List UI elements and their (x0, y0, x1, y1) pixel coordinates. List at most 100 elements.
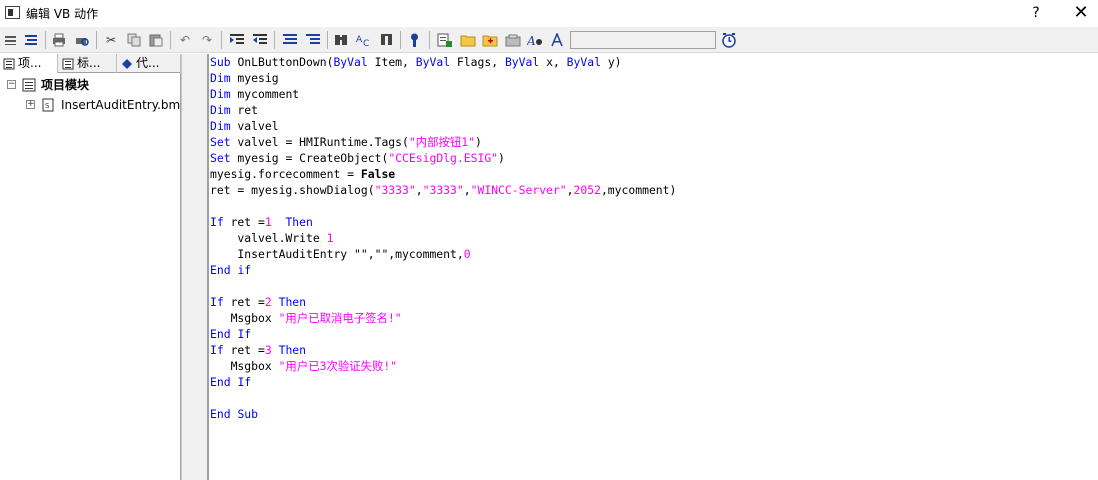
code-token: , (566, 183, 574, 197)
code-token: Sub (210, 55, 238, 69)
code-line[interactable]: InsertAuditEntry "","",mycomment,0 (210, 246, 471, 262)
code-line[interactable]: Msgbox "用户已3次验证失败!" (210, 358, 398, 374)
code-line[interactable]: End Sub (210, 406, 258, 422)
code-line[interactable]: Sub OnLButtonDown(ByVal Item, ByVal Flag… (210, 54, 622, 70)
print-icon[interactable] (50, 31, 68, 49)
tab-code[interactable]: 代... (118, 54, 181, 73)
code-token: myesig (230, 71, 279, 85)
tab-project[interactable]: 项... (0, 54, 58, 73)
undo-icon[interactable]: ↶ (176, 31, 194, 49)
code-token: if (237, 263, 252, 277)
code-line[interactable]: If ret =3 Then (210, 342, 306, 358)
code-token: "用户已取消电子签名!" (278, 311, 402, 325)
find-icon[interactable] (333, 31, 351, 49)
code-token: Flags, (450, 55, 505, 69)
code-token: Msgbox (210, 311, 279, 325)
code-token: ret = (223, 295, 265, 309)
paste-icon[interactable] (147, 31, 165, 49)
code-token: myesig.forcecomment = (210, 167, 361, 181)
tree-item-project-modules[interactable]: − 项目模块 (0, 76, 181, 94)
help-button[interactable]: ? (1024, 2, 1048, 24)
tags-tab-icon (62, 57, 74, 70)
format-icon[interactable] (22, 31, 40, 49)
code-line[interactable]: Set valvel = HMIRuntime.Tags("内部按钮1") (210, 134, 482, 150)
comment-icon[interactable] (281, 31, 299, 49)
code-token: Then (278, 343, 307, 357)
add-function-icon[interactable] (436, 31, 454, 49)
toolbar: ✂ ↶ ↷ AC A (0, 27, 1098, 53)
tree-item-insert-audit-entry[interactable]: + S InsertAuditEntry.bmo (0, 96, 181, 114)
code-line[interactable]: End If (210, 374, 251, 390)
close-button[interactable]: ✕ (1066, 2, 1096, 24)
svg-text:C: C (363, 39, 369, 47)
code-line[interactable]: Set myesig = CreateObject("CCEsigDlg.ESI… (210, 150, 505, 166)
uncomment-icon[interactable] (304, 31, 322, 49)
pane-splitter[interactable] (181, 54, 209, 480)
tab-tags[interactable]: 标... (59, 54, 117, 73)
project-tab-icon (3, 57, 15, 70)
code-line[interactable]: myesig.forcecomment = False (210, 166, 395, 182)
module-file-icon: S (41, 98, 55, 112)
code-line[interactable]: valvel.Write 1 (210, 230, 333, 246)
new-folder-icon[interactable] (481, 31, 499, 49)
code-token: ret = myesig.showDialog( (210, 183, 375, 197)
code-token: False (360, 167, 396, 181)
cut-icon[interactable]: ✂ (102, 31, 120, 49)
code-line[interactable]: Dim ret (210, 102, 258, 118)
code-token: ByVal (504, 55, 540, 69)
code-line[interactable]: Dim valvel (210, 118, 279, 134)
code-token: , (415, 183, 423, 197)
library-icon[interactable] (504, 31, 522, 49)
window-title: 编辑 VB 动作 (26, 7, 99, 21)
menu-icon[interactable] (2, 31, 20, 49)
code-token: ret = (223, 343, 265, 357)
title-bar: 编辑 VB 动作 ? ✕ (0, 0, 1098, 26)
expand-icon[interactable]: + (26, 100, 35, 109)
project-tree-pane: 项... 标... 代... − 项目模块 + S InsertAuditEnt… (0, 54, 181, 480)
syntax-check-icon[interactable] (406, 31, 424, 49)
code-token: Set (210, 135, 231, 149)
collapse-icon[interactable]: − (7, 80, 16, 89)
code-line[interactable]: End If (210, 326, 251, 342)
code-token: Msgbox (210, 359, 279, 373)
code-tab-icon (121, 57, 133, 69)
code-token: "用户已3次验证失败!" (278, 359, 398, 373)
code-token: valvel.Write (210, 231, 327, 245)
trigger-icon[interactable] (720, 31, 738, 49)
code-line[interactable]: If ret =1 Then (210, 214, 313, 230)
font-icon[interactable] (548, 31, 566, 49)
code-line[interactable]: ret = myesig.showDialog("3333","3333","W… (210, 182, 676, 198)
redo-icon[interactable]: ↷ (198, 31, 216, 49)
code-line[interactable]: Msgbox "用户已取消电子签名!" (210, 310, 402, 326)
tag-icon[interactable]: A (526, 31, 544, 49)
code-line[interactable]: Dim mycomment (210, 86, 299, 102)
goto-icon[interactable] (378, 31, 396, 49)
code-token: End (210, 327, 231, 341)
tab-code-label: 代... (136, 56, 160, 70)
code-line[interactable]: Dim myesig (210, 70, 279, 86)
module-folder-icon (22, 78, 36, 92)
toolbar-input[interactable] (570, 31, 716, 49)
outdent-icon[interactable] (251, 31, 269, 49)
code-token: Dim (210, 71, 231, 85)
code-token: If (210, 343, 224, 357)
replace-icon[interactable]: AC (355, 31, 373, 49)
code-editor[interactable]: Sub OnLButtonDown(ByVal Item, ByVal Flag… (209, 54, 1098, 480)
code-line[interactable]: End if (210, 262, 251, 278)
copy-icon[interactable] (125, 31, 143, 49)
tree-item-label: 项目模块 (41, 78, 90, 92)
open-folder-icon[interactable] (459, 31, 477, 49)
code-line[interactable]: If ret =2 Then (210, 294, 306, 310)
code-token: "3333" (374, 183, 416, 197)
code-token: InsertAuditEntry "","",mycomment, (210, 247, 464, 261)
code-token: If (210, 295, 224, 309)
code-token: If (237, 327, 252, 341)
code-token: If (237, 375, 252, 389)
svg-text:S: S (45, 102, 50, 110)
code-token: , (463, 183, 471, 197)
code-token: 0 (463, 247, 471, 261)
print-preview-icon[interactable] (73, 31, 91, 49)
indent-icon[interactable] (228, 31, 246, 49)
